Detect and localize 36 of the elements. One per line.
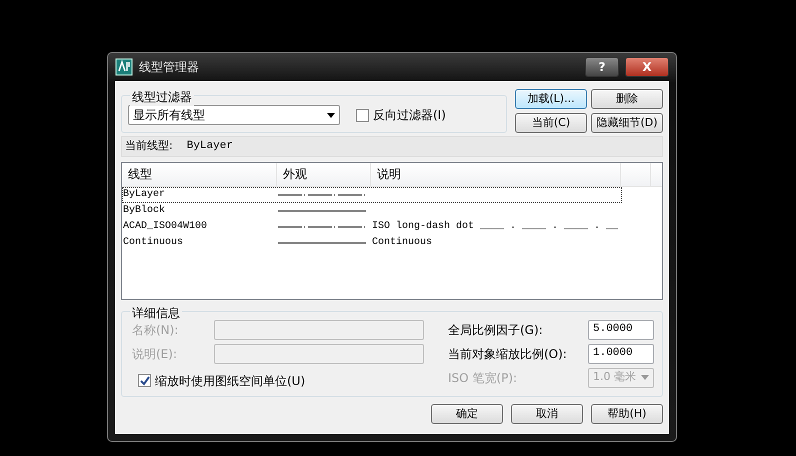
- field-label: 名称(N):: [132, 322, 180, 338]
- checkbox[interactable]: [138, 374, 151, 387]
- current-linetype-label: 当前线型:: [125, 138, 173, 154]
- linetype-row[interactable]: ByLayer: [122, 186, 622, 202]
- action-button[interactable]: 加载(L)...: [515, 89, 587, 109]
- linetype-row[interactable]: ByBlock: [122, 202, 622, 218]
- column-header: 说明: [371, 162, 621, 186]
- field-label: ISO 笔宽(P):: [448, 370, 518, 386]
- group-label: 线型过滤器: [130, 88, 194, 106]
- help-button[interactable]: ?: [585, 57, 619, 77]
- app-icon: [115, 58, 133, 76]
- input-field[interactable]: 5.0000: [588, 320, 654, 340]
- linetype-row[interactable]: ACAD_ISO04W100 ISO long-dash dot ____ . ____ . ____ . __: [122, 218, 622, 234]
- dialog-button[interactable]: 帮助(H): [591, 404, 663, 424]
- field-label: 全局比例因子(G):: [448, 322, 544, 338]
- current-linetype-value: ByLayer: [186, 139, 233, 154]
- linetype-row[interactable]: Continuous Continuous: [122, 234, 622, 250]
- filter-dropdown[interactable]: 显示所有线型: [128, 105, 340, 125]
- input-field[interactable]: 1.0000: [588, 344, 654, 364]
- caret-icon: [641, 375, 649, 380]
- caret-icon: [327, 112, 335, 118]
- field-label: 说明(E):: [132, 346, 178, 362]
- dialog-button[interactable]: 取消: [511, 404, 583, 424]
- column-header: 线型: [122, 162, 277, 186]
- action-button[interactable]: 当前(C): [515, 113, 587, 133]
- window-title: 线型管理器: [139, 59, 199, 76]
- checkbox[interactable]: [356, 108, 369, 122]
- checkbox-label: 缩放时使用图纸空间单位(U): [155, 372, 306, 390]
- dialog-button[interactable]: 确定: [431, 404, 503, 424]
- checkbox-label: 反向过滤器(I): [373, 107, 446, 124]
- group-label: 详细信息: [130, 304, 182, 322]
- column-header: 外观: [277, 162, 371, 186]
- action-button[interactable]: 隐藏细节(D): [591, 113, 663, 133]
- action-button[interactable]: 删除: [591, 89, 663, 109]
- close-button[interactable]: X: [625, 57, 669, 77]
- field-label: 当前对象缩放比例(O):: [448, 346, 568, 362]
